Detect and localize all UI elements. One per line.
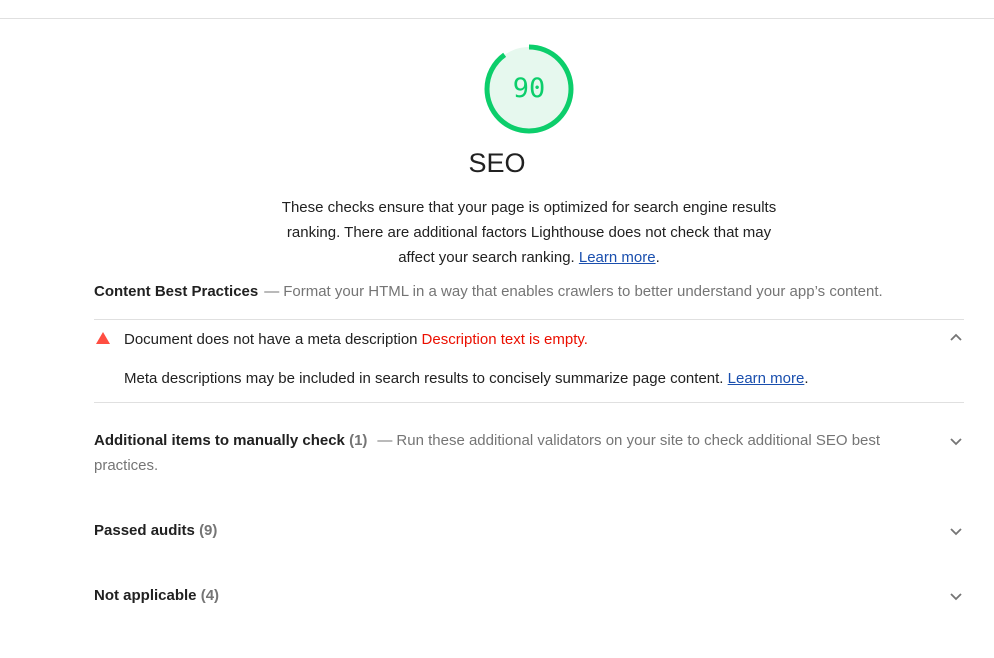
passed-audits-title: Passed audits (94, 522, 195, 539)
not-applicable-title: Not applicable (94, 587, 197, 604)
gauge-score: 90 (512, 73, 546, 104)
audit-meta-description[interactable]: Document does not have a meta descriptio… (94, 329, 964, 351)
chevron-down-icon[interactable] (948, 433, 964, 449)
audit-title: Document does not have a meta descriptio… (124, 331, 588, 348)
audit-display-value: Description text is empty. (421, 331, 588, 348)
category-title: SEO (468, 148, 526, 178)
audit-description-period: . (804, 370, 809, 387)
not-applicable-count: (4) (200, 587, 220, 604)
manual-checks-title: Additional items to manually check (94, 432, 345, 449)
audit-description: Meta descriptions may be included in sea… (124, 370, 809, 387)
passed-audits-group[interactable]: Passed audits (9) (94, 518, 894, 543)
passed-audits-count: (9) (199, 522, 218, 539)
manual-checks-count: (1) (349, 432, 368, 449)
content-best-practices-header: Content Best Practices — Format your HTML … (94, 283, 883, 300)
audit-learn-more-link[interactable]: Learn more (728, 370, 805, 387)
chevron-up-icon[interactable] (948, 330, 964, 346)
category-learn-more-link[interactable]: Learn more (579, 249, 656, 266)
category-description-text: These checks ensure that your page is op… (281, 199, 777, 266)
group-description: Format your HTML in a way that enables c… (283, 283, 883, 300)
chevron-down-icon[interactable] (948, 523, 964, 539)
manual-checks-separator: — (377, 432, 393, 449)
top-divider (0, 18, 994, 19)
not-applicable-group[interactable]: Not applicable (4) (94, 583, 894, 608)
manual-checks-group[interactable]: Additional items to manually check (1) — R… (94, 428, 894, 478)
audit-title-text: Document does not have a meta descriptio… (124, 331, 418, 348)
seo-score-gauge[interactable]: 90 (483, 43, 575, 135)
divider (94, 402, 964, 403)
category-description: These checks ensure that your page is op… (274, 195, 784, 270)
chevron-down-icon[interactable] (948, 588, 964, 604)
group-separator: — (264, 283, 280, 300)
divider (94, 319, 964, 320)
category-description-period: . (655, 249, 660, 266)
group-title: Content Best Practices (94, 283, 259, 300)
audit-description-text: Meta descriptions may be included in sea… (124, 370, 724, 387)
warning-triangle-icon (96, 332, 110, 344)
